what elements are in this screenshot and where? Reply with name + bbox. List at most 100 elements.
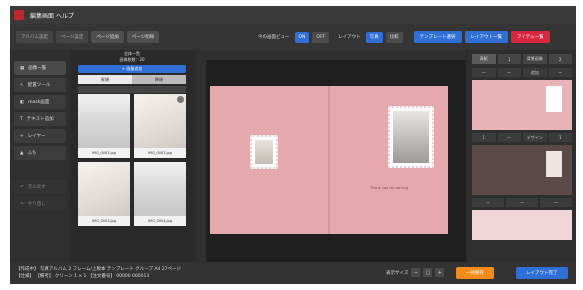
view-on-toggle[interactable]: ON xyxy=(294,31,310,43)
layout-label: レイアウト xyxy=(338,35,361,40)
photo-frame-right[interactable] xyxy=(388,106,434,168)
ruler-horizontal xyxy=(196,50,466,60)
toolbar: アルバム設定 ページ設定 ページ追加 ページ削除 今の画面ビュー ON OFF … xyxy=(10,24,576,50)
mask-icon: ◧ xyxy=(20,99,25,105)
right-panel-tabs: 表紙 1 背景画像 2 xyxy=(472,54,572,64)
undo-button[interactable]: ↶ 元に戻す xyxy=(14,180,66,194)
photo-panel: 全体一覧 画像枚数：20 + 画像追加 昇順 降順 IMG_0001.jpg I… xyxy=(72,50,192,262)
rp-tool[interactable]: ー xyxy=(472,198,504,207)
template-select-button[interactable]: テンプレート選択 xyxy=(413,31,462,43)
zoom-controls: 表示サイズ − ▢ + xyxy=(386,268,445,277)
rp-tools-2: 1 ー デザイン 1 xyxy=(472,133,572,142)
rp-tool[interactable]: ー xyxy=(497,133,521,142)
rp-tool[interactable]: 1 xyxy=(472,133,496,142)
frame-icon: ▲ xyxy=(20,150,24,156)
rp-tool[interactable]: ー xyxy=(497,68,521,77)
spread-fold xyxy=(328,86,330,234)
photo-frame-left[interactable] xyxy=(250,135,278,169)
photo-grid: IMG_0001.jpg IMG_0002.jpg IMG_0003.jpg I… xyxy=(78,94,188,226)
menu-label-mask: mask画面 xyxy=(28,100,50,105)
menu-label-images: 画像一覧 xyxy=(28,66,47,71)
menu-item-layer[interactable]: + レイヤー xyxy=(14,129,66,143)
rp-tool[interactable]: ー xyxy=(548,68,572,77)
rp-tool[interactable]: ー xyxy=(540,198,572,207)
status-text: 【作成中】 写真アルバム 2 フレーム/上製本 テンプレート グループ A4 2… xyxy=(16,266,181,280)
photo-thumb[interactable]: IMG_0003.jpg xyxy=(78,162,130,226)
page-thumb-photo xyxy=(546,151,562,177)
redo-icon: ↷ xyxy=(20,201,24,207)
photo-caption: IMG_0002.jpg xyxy=(134,148,186,158)
ruler-vertical xyxy=(196,60,206,262)
status-line-2: 【仕様】 【備考】 クリーン 1 × 1 【注文番号】 00000 000013 xyxy=(16,274,150,279)
page-thumb-2[interactable] xyxy=(472,145,572,195)
layout-option-compare[interactable]: 比較 xyxy=(385,31,403,43)
photo-thumb[interactable]: IMG_0004.jpg xyxy=(134,162,186,226)
rp-tool[interactable]: 追加 xyxy=(523,68,547,77)
photo-caption: IMG_0001.jpg xyxy=(78,148,130,158)
add-image-button[interactable]: + 画像追加 xyxy=(78,65,186,73)
photo-count: 画像枚数：20 xyxy=(119,57,145,62)
zoom-out-button[interactable]: − xyxy=(411,268,421,277)
app-logo xyxy=(14,10,24,20)
photo-thumb[interactable]: IMG_0001.jpg xyxy=(78,94,130,158)
undo-icon: ↶ xyxy=(20,184,24,190)
tab-add-page[interactable]: ページ追加 xyxy=(91,31,124,43)
rp-tool[interactable]: ー xyxy=(472,68,496,77)
layout-option-photo[interactable]: 写真 xyxy=(365,31,383,43)
redo-label: やり直し xyxy=(27,202,46,207)
album-spread[interactable]: Thank you for coming xyxy=(210,86,448,234)
menu-label-layer: レイヤー xyxy=(27,134,46,139)
photo-caption: IMG_0003.jpg xyxy=(78,216,130,226)
cursor-icon: ↖ xyxy=(20,82,24,88)
view-off-toggle[interactable]: OFF xyxy=(312,31,330,43)
menu-item-border[interactable]: ▲ ふち xyxy=(14,146,66,160)
rp-tab-cover[interactable]: 表紙 xyxy=(472,54,496,64)
editing-canvas[interactable]: Thank you for coming xyxy=(196,50,466,262)
tab-album-settings[interactable]: アルバム設定 xyxy=(16,31,53,43)
redo-button[interactable]: ↷ やり直し xyxy=(14,197,66,211)
toolbar-right: 今の画面ビュー ON OFF レイアウト 写真 比較 テンプレート選択 レイアウ… xyxy=(258,31,550,43)
rp-tool[interactable]: 1 xyxy=(548,133,572,142)
title-bar: 編集画面 ヘルプ xyxy=(10,6,576,24)
zoom-in-button[interactable]: + xyxy=(435,268,445,277)
menu-item-text[interactable]: T テキスト追加 xyxy=(14,112,66,126)
photo-caption: IMG_0004.jpg xyxy=(134,216,186,226)
page-thumb-3[interactable] xyxy=(472,210,572,240)
page-thumb-1[interactable] xyxy=(472,80,572,130)
toolbar-tabs: アルバム設定 ページ設定 ページ追加 ページ削除 xyxy=(16,31,160,43)
rp-tab-2[interactable]: 2 xyxy=(548,54,572,64)
filter-strip[interactable] xyxy=(78,86,186,93)
menu-item-images[interactable]: ▦ 画像一覧 xyxy=(14,61,66,75)
photo-thumb[interactable]: IMG_0002.jpg xyxy=(134,94,186,158)
tab-delete-page[interactable]: ページ削除 xyxy=(126,31,160,43)
selected-badge-icon xyxy=(177,96,184,103)
menu-label-border: ふち xyxy=(27,151,37,156)
image-icon: ▦ xyxy=(20,65,25,71)
menu-item-arrange[interactable]: ↖ 配置ツール xyxy=(14,78,66,92)
rp-tool[interactable]: ー xyxy=(506,198,538,207)
menu-item-mask[interactable]: ◧ mask画面 xyxy=(14,95,66,109)
photo-right xyxy=(393,111,429,163)
sort-desc-tab[interactable]: 降順 xyxy=(132,75,186,84)
rp-tab-1[interactable]: 1 xyxy=(497,54,521,64)
status-line-1: 【作成中】 写真アルバム 2 フレーム/上製本 テンプレート グループ A4 2… xyxy=(16,267,181,272)
rp-tab-bg[interactable]: 背景画像 xyxy=(523,54,547,64)
zoom-fit-button[interactable]: ▢ xyxy=(423,268,433,277)
left-tool-panel: ▦ 画像一覧 ↖ 配置ツール ◧ mask画面 T テキスト追加 + レイヤー … xyxy=(10,50,70,262)
tab-page-settings[interactable]: ページ設定 xyxy=(55,31,89,43)
app-window: 編集画面 ヘルプ アルバム設定 ページ設定 ページ追加 ページ削除 今の画面ビュ… xyxy=(10,6,576,284)
sort-asc-tab[interactable]: 昇順 xyxy=(78,75,132,84)
item-list-button[interactable]: アイテム一覧 xyxy=(511,31,550,43)
menu-label-text: テキスト追加 xyxy=(26,117,54,122)
rp-tool[interactable]: デザイン xyxy=(523,133,547,142)
status-bar: 【作成中】 写真アルバム 2 フレーム/上製本 テンプレート グループ A4 2… xyxy=(10,262,576,284)
sort-tabs: 昇順 降順 xyxy=(78,75,186,84)
right-panel: 表紙 1 背景画像 2 ー ー 追加 ー 1 ー デザイン 1 ー ー ー xyxy=(468,50,576,262)
spread-text[interactable]: Thank you for coming xyxy=(370,186,430,190)
layout-complete-button[interactable]: レイアウト完了 xyxy=(516,267,568,279)
save-draft-button[interactable]: 一時保存 xyxy=(456,267,494,279)
undo-label: 元に戻す xyxy=(27,185,46,190)
rp-tools-1: ー ー 追加 ー xyxy=(472,68,572,77)
window-title: 編集画面 ヘルプ xyxy=(30,12,74,20)
layout-list-button[interactable]: レイアウト一覧 xyxy=(464,31,509,43)
